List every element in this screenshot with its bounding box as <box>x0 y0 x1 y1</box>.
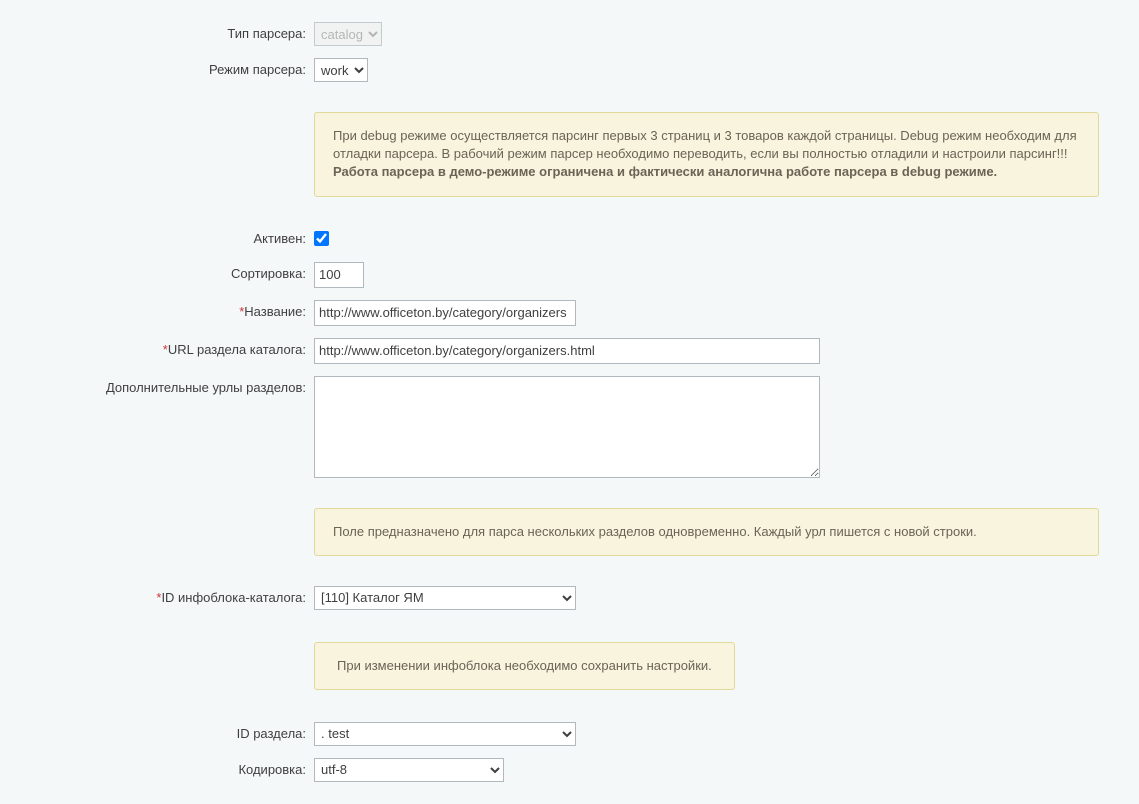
label-url-section: URL раздела каталога: <box>168 342 306 357</box>
label-additional-urls: Дополнительные урлы разделов: <box>0 374 314 401</box>
section-id-select[interactable]: . test <box>314 722 576 746</box>
parser-mode-select[interactable]: work <box>314 58 368 82</box>
label-section-id: ID раздела: <box>0 720 314 747</box>
label-encoding: Кодировка: <box>0 756 314 783</box>
active-checkbox[interactable] <box>314 231 329 246</box>
row-debug-note: При debug режиме осуществляется парсинг … <box>0 104 1139 205</box>
row-sort: Сортировка: <box>0 256 1139 294</box>
encoding-select[interactable]: utf-8 <box>314 758 504 782</box>
parser-type-select: catalog <box>314 22 382 46</box>
sort-input[interactable] <box>314 262 364 288</box>
label-sort: Сортировка: <box>0 260 314 287</box>
iblock-note: При изменении инфоблока необходимо сохра… <box>314 642 735 690</box>
parser-settings-form: Тип парсера: catalog Режим парсера: work… <box>0 16 1139 788</box>
row-section-id: ID раздела: . test <box>0 716 1139 752</box>
additional-urls-note: Поле предназначено для парса нескольких … <box>314 508 1099 556</box>
url-section-input[interactable] <box>314 338 820 364</box>
label-parser-mode: Режим парсера: <box>0 56 314 83</box>
row-additional-urls-note: Поле предназначено для парса нескольких … <box>0 500 1139 564</box>
iblock-id-select[interactable]: [110] Каталог ЯМ <box>314 586 576 610</box>
row-parser-mode: Режим парсера: work <box>0 52 1139 88</box>
additional-urls-textarea[interactable] <box>314 376 820 478</box>
row-iblock-note: При изменении инфоблока необходимо сохра… <box>0 632 1139 700</box>
row-active: Активен: <box>0 221 1139 256</box>
label-iblock-id: ID инфоблока-каталога: <box>161 590 306 605</box>
debug-mode-note: При debug режиме осуществляется парсинг … <box>314 112 1099 197</box>
label-parser-type: Тип парсера: <box>0 20 314 47</box>
name-input[interactable] <box>314 300 576 326</box>
row-encoding: Кодировка: utf-8 <box>0 752 1139 788</box>
label-name: Название: <box>244 304 306 319</box>
label-active: Активен: <box>0 225 314 252</box>
row-additional-urls: Дополнительные урлы разделов: <box>0 370 1139 484</box>
row-name: *Название: <box>0 294 1139 332</box>
row-parser-type: Тип парсера: catalog <box>0 16 1139 52</box>
debug-note-text: При debug режиме осуществляется парсинг … <box>333 128 1077 161</box>
row-iblock-id: *ID инфоблока-каталога: [110] Каталог ЯМ <box>0 580 1139 616</box>
row-url-section: *URL раздела каталога: <box>0 332 1139 370</box>
debug-note-bold: Работа парсера в демо-режиме ограничена … <box>333 164 997 179</box>
